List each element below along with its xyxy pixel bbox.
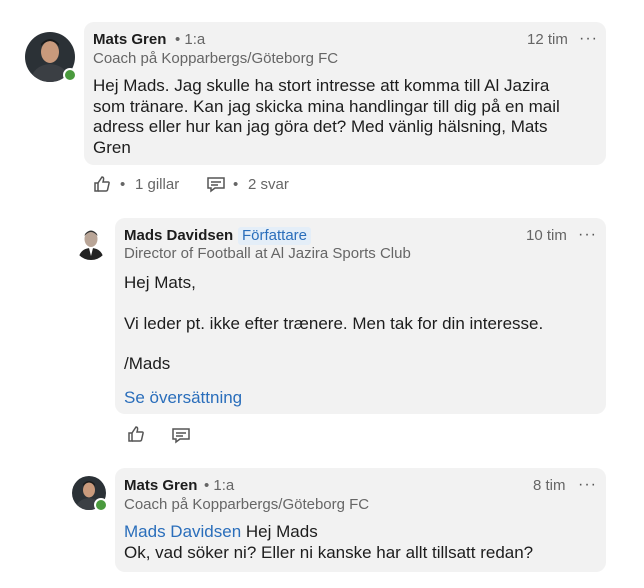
avatar-mads-davidsen[interactable] bbox=[74, 226, 108, 260]
translate-link[interactable]: Se översättning bbox=[124, 388, 242, 409]
author-headline: Coach på Kopparbergs/Göteborg FC bbox=[124, 496, 370, 513]
separator: • bbox=[120, 176, 126, 193]
reply-bubble: Mats Gren • 1:a 8 tim ··· Coach på Koppa… bbox=[115, 468, 606, 572]
comment-line: adress eller hur kan jag göra det? Med v… bbox=[93, 117, 548, 136]
author-headline: Coach på Kopparbergs/Göteborg FC bbox=[93, 50, 339, 67]
reply-count[interactable]: 2 svar bbox=[248, 176, 289, 193]
timestamp: 10 tim bbox=[526, 227, 567, 244]
timestamp: 12 tim bbox=[527, 31, 568, 48]
more-icon[interactable]: ··· bbox=[578, 226, 597, 244]
author-name[interactable]: Mats Gren bbox=[93, 31, 166, 48]
more-icon[interactable]: ··· bbox=[579, 30, 598, 48]
reply-body: Vi leder pt. ikke efter trænere. Men tak… bbox=[124, 314, 544, 333]
comment-line: som tränare. Kan jag skicka mina handlin… bbox=[93, 96, 560, 116]
more-icon[interactable]: ··· bbox=[578, 476, 597, 494]
author-headline: Director of Football at Al Jazira Sports… bbox=[124, 245, 411, 262]
connection-degree: • 1:a bbox=[175, 31, 206, 48]
author-name[interactable]: Mats Gren bbox=[124, 477, 197, 494]
reply-line: Ok, vad söker ni? Eller ni kanske har al… bbox=[124, 542, 534, 562]
author-badge: Författare bbox=[238, 227, 312, 245]
connection-degree: • 1:a bbox=[204, 477, 235, 494]
timestamp: 8 tim bbox=[533, 477, 566, 494]
reply-text: Mads Davidsen Hej Mads Ok, vad söker ni?… bbox=[124, 522, 599, 563]
reply-line-rest: Hej Mads bbox=[241, 522, 318, 541]
like-count[interactable]: 1 gillar bbox=[135, 176, 179, 193]
author-name[interactable]: Mads Davidsen bbox=[124, 227, 233, 244]
reply-greeting: Hej Mats, bbox=[124, 273, 196, 292]
comment-line: Hej Mads. Jag skulle ha stort intresse a… bbox=[93, 76, 550, 95]
comment-icon[interactable] bbox=[207, 177, 225, 198]
like-icon[interactable] bbox=[93, 175, 111, 198]
reply-bubble: Mads Davidsen Författare 10 tim ··· Dire… bbox=[115, 218, 606, 414]
reply-signoff: /Mads bbox=[124, 354, 171, 373]
mention-link[interactable]: Mads Davidsen bbox=[124, 522, 241, 541]
comment-bubble: Mats Gren • 1:a 12 tim ··· Coach på Kopp… bbox=[84, 22, 606, 165]
online-status-icon bbox=[63, 68, 77, 82]
like-icon[interactable] bbox=[127, 425, 145, 448]
separator: • bbox=[233, 176, 239, 193]
comment-text: Hej Mads. Jag skulle ha stort intresse a… bbox=[93, 76, 598, 158]
online-status-icon bbox=[94, 498, 108, 512]
reply-line: Mads Davidsen Hej Mads bbox=[124, 522, 599, 543]
comment-line: Gren bbox=[93, 137, 131, 157]
comment-icon[interactable] bbox=[172, 428, 190, 449]
